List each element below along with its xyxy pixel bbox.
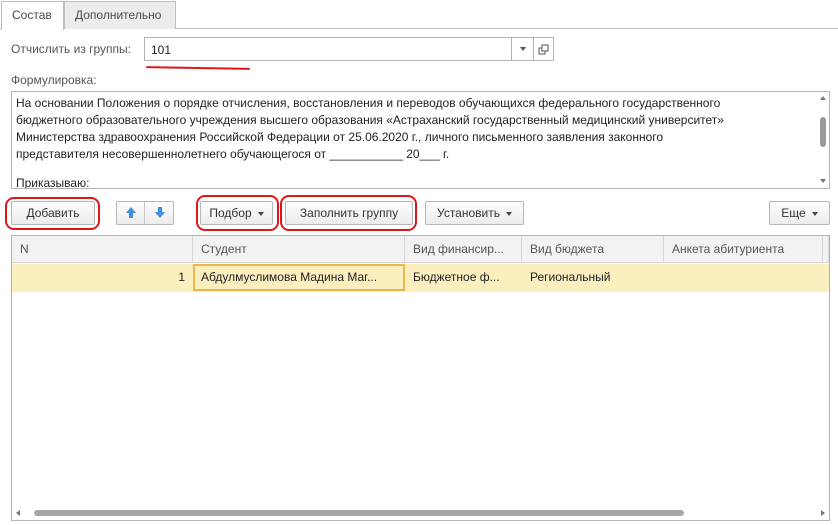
scroll-down-icon[interactable] — [820, 179, 826, 183]
chevron-down-icon — [520, 47, 526, 51]
cell-student[interactable]: Абдулмуслимова Мадина Маг... — [193, 264, 405, 291]
cell-finance: Бюджетное ф... — [413, 270, 500, 284]
column-header-finance[interactable]: Вид финансир... — [405, 236, 522, 263]
open-icon — [538, 44, 549, 55]
move-down-button[interactable] — [146, 202, 174, 224]
annotation-circle-select — [196, 195, 279, 231]
move-up-button[interactable] — [117, 202, 145, 224]
cell-form — [664, 264, 823, 291]
scroll-left-icon[interactable] — [16, 510, 20, 516]
wording-line-1: На основании Положения о порядке отчисле… — [16, 96, 721, 110]
more-button[interactable]: Еще — [769, 201, 830, 225]
group-field-value: 101 — [151, 43, 172, 57]
column-header-n[interactable]: N — [12, 236, 193, 263]
wording-line-6: Приказываю: — [16, 176, 90, 189]
wording-line-4: представителя несовершеннолетнего обучаю… — [16, 147, 450, 161]
students-table[interactable]: N Студент Вид финансир... Вид бюджета Ан… — [11, 235, 830, 521]
chevron-down-icon — [505, 211, 512, 216]
table-scroll-thumb[interactable] — [34, 510, 684, 516]
table-row[interactable]: 1 Абдулмуслимова Мадина Маг... Бюджетное… — [12, 264, 829, 292]
tab-sostav[interactable]: Состав — [1, 1, 64, 30]
annotation-circle-fill-group — [280, 195, 417, 231]
set-button[interactable]: Установить — [425, 201, 524, 225]
scroll-up-icon[interactable] — [820, 96, 826, 100]
cell-n: 1 — [178, 270, 185, 284]
wording-line-2: бюджетного образовательного учреждения в… — [16, 113, 724, 127]
group-field-label: Отчислить из группы: — [11, 42, 131, 56]
tab-dopolnitelno-label: Дополнительно — [75, 8, 162, 22]
cell-budget: Региональный — [530, 270, 611, 284]
scroll-right-icon[interactable] — [821, 510, 825, 516]
arrow-down-icon — [155, 207, 165, 218]
wording-scroll-thumb[interactable] — [820, 117, 826, 147]
tab-sostav-label: Состав — [12, 8, 52, 22]
wording-line-3: Министерства здравоохранения Российской … — [16, 130, 664, 144]
move-buttons-group — [116, 201, 174, 225]
tab-dopolnitelno[interactable]: Дополнительно — [64, 1, 176, 29]
arrow-up-icon — [126, 207, 136, 218]
group-field[interactable]: 101 — [144, 37, 533, 61]
annotation-underline — [145, 66, 251, 70]
column-header-student[interactable]: Студент — [193, 236, 405, 263]
more-button-label: Еще — [781, 206, 806, 220]
group-dropdown-button[interactable] — [511, 38, 533, 60]
column-header-budget[interactable]: Вид бюджета — [522, 236, 664, 263]
annotation-circle-add — [5, 197, 100, 230]
chevron-down-icon — [811, 211, 818, 216]
table-horizontal-scrollbar[interactable] — [14, 507, 827, 519]
wording-textarea[interactable]: На основании Положения о порядке отчисле… — [11, 91, 830, 189]
wording-scrollbar[interactable] — [818, 93, 828, 187]
group-open-button[interactable] — [533, 37, 554, 61]
wording-label: Формулировка: — [11, 73, 97, 87]
set-button-label: Установить — [437, 206, 500, 220]
column-header-form[interactable]: Анкета абитуриента — [664, 236, 823, 263]
column-header-filler — [823, 236, 829, 263]
